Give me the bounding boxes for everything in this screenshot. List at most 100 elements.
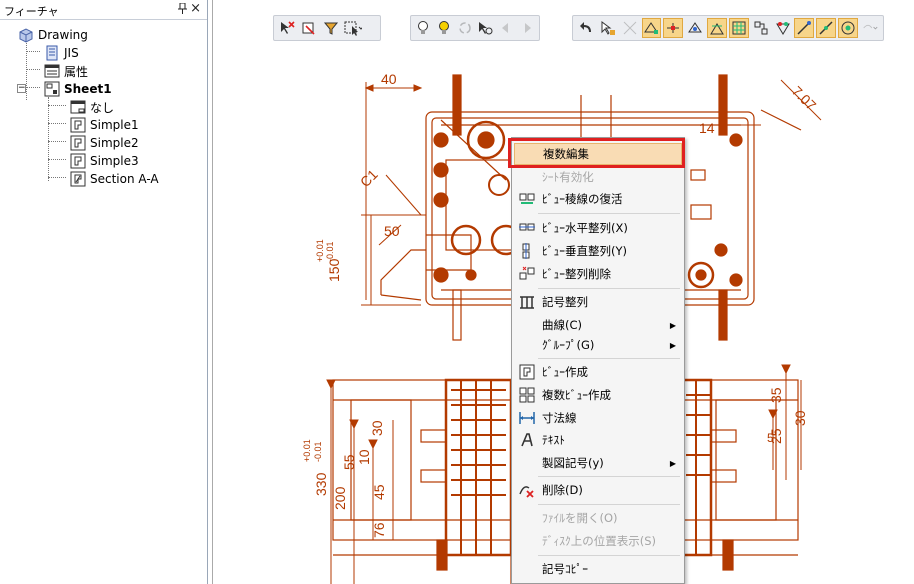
menu-item-label: ﾃﾞｨｽｸ上の位置表示(S) — [542, 534, 657, 548]
tree-item-properties[interactable]: 属性 — [44, 62, 88, 80]
tree-item-label: 属性 — [64, 64, 89, 79]
menu-item-delete-alignment[interactable]: ﾋﾞｭｰ整列削除 — [514, 263, 682, 285]
tree-expander[interactable]: − — [17, 84, 26, 93]
dim-tol1-plus: +0.01 — [315, 239, 325, 262]
tree-item-section-a-a[interactable]: Section A-A — [70, 170, 159, 188]
tree-item-simple2[interactable]: Simple2 — [70, 134, 139, 152]
filter-select-icon[interactable] — [321, 18, 341, 38]
snap-pointer-icon[interactable] — [598, 18, 618, 38]
dim-50: 50 — [384, 223, 400, 239]
menu-item-sheet-activate[interactable]: ｼｰﾄ有効化 — [514, 166, 682, 188]
menu-item-align-horizontal[interactable]: ﾋﾞｭｰ水平整列(X) — [514, 217, 682, 239]
snap-intersection-icon[interactable] — [620, 18, 640, 38]
menu-item-align-vertical[interactable]: ﾋﾞｭｰ垂直整列(Y) — [514, 240, 682, 262]
dim-10: 10 — [356, 449, 372, 465]
tree-item-simple3[interactable]: Simple3 — [70, 152, 139, 170]
context-menu: 複数編集 ｼｰﾄ有効化 ﾋﾞｭｰ稜線の復活 ﾋﾞｭｰ水平整列(X) ﾋﾞｭｰ垂直… — [511, 137, 685, 584]
menu-item-label: 曲線(C) — [542, 318, 583, 332]
tree-item-label: なし — [90, 100, 115, 115]
dim-c1: C1 — [357, 166, 381, 190]
tree-item-jis[interactable]: JIS — [44, 44, 79, 62]
dim-76: 76 — [371, 522, 387, 538]
menu-item-text[interactable]: ﾃｷｽﾄ — [514, 429, 682, 451]
deselect-icon[interactable] — [277, 18, 297, 38]
snap-toolbar — [572, 15, 884, 41]
dim-tol2-plus: +0.01 — [302, 439, 312, 462]
snap-perpendicular-icon[interactable] — [707, 18, 727, 38]
light-on-icon[interactable] — [435, 18, 454, 38]
snap-nearest-icon[interactable] — [816, 18, 837, 38]
menu-item-align-symbols[interactable]: 記号整列 — [514, 291, 682, 313]
text-icon — [518, 431, 536, 449]
menu-item-label: 寸法線 — [542, 411, 577, 425]
tree-item-simple1[interactable]: Simple1 — [70, 116, 139, 134]
align-symbols-icon — [518, 293, 536, 311]
undo-icon[interactable] — [576, 18, 596, 38]
box-select-icon[interactable] — [299, 18, 319, 38]
tree-item-nashi[interactable]: なし — [70, 98, 114, 116]
menu-item-group[interactable]: ｸﾞﾙｰﾌﾟ(G) ▶ — [514, 334, 682, 356]
tree-item-label: JIS — [64, 46, 79, 60]
menu-item-curve[interactable]: 曲線(C) ▶ — [514, 314, 682, 336]
menu-item-delete[interactable]: 削除(D) — [514, 479, 682, 501]
menu-separator — [538, 476, 680, 477]
menu-item-label: ｸﾞﾙｰﾌﾟ(G) — [542, 338, 595, 352]
snap-tangent-icon[interactable] — [751, 18, 771, 38]
snap-options-icon[interactable] — [860, 18, 880, 38]
submenu-arrow-icon: ▶ — [669, 320, 676, 330]
dimension-icon — [518, 409, 536, 427]
dim-tol1-minus: -0.01 — [325, 241, 335, 262]
submenu-arrow-icon: ▶ — [669, 340, 676, 350]
menu-separator — [538, 555, 680, 556]
snap-endpoint-icon[interactable] — [641, 18, 662, 38]
menu-item-create-view[interactable]: ﾋﾞｭｰ作成 — [514, 361, 682, 383]
tree-item-sheet1[interactable]: Sheet1 — [44, 80, 112, 98]
dim-30: 30 — [369, 420, 385, 436]
window-select-icon[interactable] — [343, 18, 363, 38]
light-off-icon[interactable] — [414, 18, 433, 38]
forward-arrow-icon[interactable] — [517, 18, 536, 38]
dim-7-07: 7.07 — [789, 83, 820, 114]
refresh-icon[interactable] — [455, 18, 474, 38]
properties-icon — [44, 63, 60, 79]
view-icon — [70, 153, 86, 169]
dim-5: 5 — [767, 431, 774, 445]
menu-item-copy-symbol[interactable]: 記号ｺﾋﾟｰ — [514, 558, 682, 580]
submenu-arrow-icon: ▶ — [669, 458, 676, 468]
menu-item-dimension[interactable]: 寸法線 — [514, 407, 682, 429]
close-icon[interactable]: × — [190, 1, 201, 16]
selection-toolbar — [273, 15, 381, 41]
pointer-query-icon[interactable] — [476, 18, 495, 38]
snap-circle-icon[interactable] — [838, 18, 858, 38]
menu-item-restore-view-edges[interactable]: ﾋﾞｭｰ稜線の復活 — [514, 188, 682, 210]
menu-item-show-on-disk[interactable]: ﾃﾞｨｽｸ上の位置表示(S) — [514, 530, 682, 552]
create-view-icon — [518, 363, 536, 381]
menu-item-create-multi-view[interactable]: 複数ﾋﾞｭｰ作成 — [514, 384, 682, 406]
dim-200: 200 — [332, 486, 348, 510]
tree-item-label: Simple3 — [90, 154, 139, 168]
back-arrow-icon[interactable] — [497, 18, 516, 38]
snap-grid-icon[interactable] — [728, 18, 749, 38]
menu-item-drafting-symbol[interactable]: 製図記号(y) ▶ — [514, 452, 682, 474]
dim-40: 40 — [381, 71, 397, 87]
pin-icon[interactable] — [178, 2, 187, 17]
menu-separator — [538, 288, 680, 289]
view-icon — [70, 135, 86, 151]
snap-midpoint-icon[interactable] — [663, 18, 684, 38]
panel-header: フィーチャ × — [0, 0, 207, 20]
align-horizontal-icon — [518, 219, 536, 237]
menu-item-label: ﾃｷｽﾄ — [542, 433, 565, 447]
snap-line-icon[interactable] — [794, 18, 815, 38]
menu-item-label: 記号ｺﾋﾟｰ — [542, 562, 588, 576]
snap-center-icon[interactable] — [685, 18, 705, 38]
menu-item-label: ﾋﾞｭｰ垂直整列(Y) — [542, 244, 627, 258]
menu-item-label: ｼｰﾄ有効化 — [542, 170, 594, 184]
snap-node-icon[interactable] — [773, 18, 793, 38]
menu-item-label: 記号整列 — [542, 295, 588, 309]
tree-item-drawing[interactable]: Drawing — [18, 26, 88, 44]
menu-item-label: ﾋﾞｭｰ整列削除 — [542, 267, 611, 281]
menu-item-label: 製図記号(y) — [542, 456, 604, 470]
menu-item-label: ﾋﾞｭｰ稜線の復活 — [542, 192, 623, 206]
tree-item-label: Section A-A — [90, 172, 159, 186]
menu-item-open-file[interactable]: ﾌｧｲﾙを開く(O) — [514, 507, 682, 529]
